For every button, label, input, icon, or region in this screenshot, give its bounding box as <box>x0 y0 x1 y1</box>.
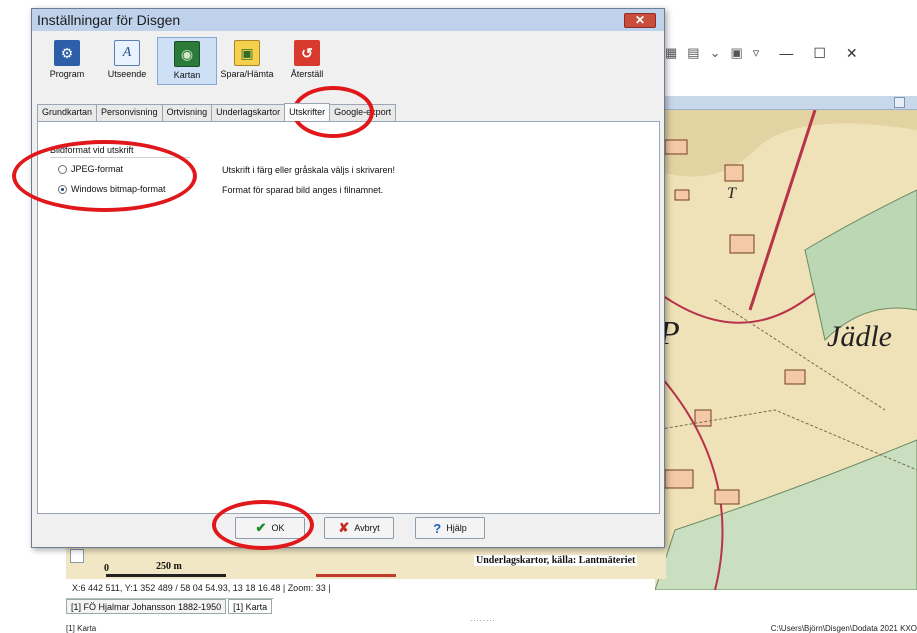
bottom-tab-person[interactable]: [1] FÖ Hjalmar Johansson 1882-1950 <box>66 599 227 614</box>
toolbar-label: Återställ <box>290 69 324 79</box>
radio-bitmap[interactable]: Windows bitmap-format <box>58 184 166 194</box>
map-panel-header <box>655 96 917 110</box>
map-label-t: T <box>727 185 736 202</box>
settings-tabs: Grundkartan Personvisning Ortvisning Und… <box>37 103 397 121</box>
bottom-tab-karta[interactable]: [1] Karta <box>228 599 273 614</box>
help-button[interactable]: ? Hjälp <box>415 517 485 539</box>
checkmark-icon: ✔ <box>255 520 267 535</box>
map-source-label: Underlagskartor, källa: Lantmäteriet <box>474 555 638 566</box>
toolbar-label: Spara/Hämta <box>220 69 274 79</box>
cancel-button[interactable]: ✘ Avbryt <box>324 517 394 539</box>
undo-icon: ↺ <box>294 40 320 66</box>
layout-icon[interactable]: ▤ <box>687 45 699 61</box>
toolbar-utseende[interactable]: A Utseende <box>97 37 157 85</box>
radio-label-bitmap: Windows bitmap-format <box>71 184 166 194</box>
grid-dropdown-icon[interactable]: ▣ <box>731 45 743 61</box>
map-legend-bar: 0 250 m Underlagskartor, källa: Lantmäte… <box>66 545 666 579</box>
maximize-icon[interactable]: ☐ <box>813 45 826 62</box>
toolbar-spara-hamta[interactable]: ▣ Spara/Hämta <box>217 37 277 85</box>
filter-icon[interactable]: ▿ <box>753 45 760 61</box>
tab-underlagskartor[interactable]: Underlagskartor <box>211 104 286 121</box>
status-path-text: C:\Users\Björn\Disgen\Dodata 2021 KXO <box>770 624 917 633</box>
tab-personvisning[interactable]: Personvisning <box>96 104 163 121</box>
chart-dropdown-icon[interactable]: ⌄ <box>710 45 721 61</box>
coordinate-readout: X:6 442 511, Y:1 352 489 / 58 04 54.93, … <box>72 583 331 593</box>
map-icon: ◉ <box>174 41 200 67</box>
splitter-handle[interactable]: ........ <box>470 614 496 623</box>
radio-button-jpeg[interactable] <box>58 164 67 174</box>
ok-label: OK <box>271 523 285 533</box>
toolbar-label: Utseende <box>107 69 147 79</box>
scale-distance-label: 250 m <box>156 561 182 572</box>
settings-dialog: Inställningar för Disgen ✕ ⚙ Program A U… <box>31 8 665 548</box>
radio-label-jpeg: JPEG-format <box>71 164 124 174</box>
map-view[interactable]: Jädle T P <box>655 110 917 590</box>
dialog-button-row: ✔ OK ✘ Avbryt ? Hjälp <box>32 511 664 547</box>
tab-google-export[interactable]: Google-export <box>329 104 397 121</box>
ok-button[interactable]: ✔ OK <box>235 517 305 539</box>
radio-button-bitmap[interactable] <box>58 184 67 194</box>
dialog-title-bar[interactable]: Inställningar för Disgen ✕ <box>32 9 664 31</box>
help-icon: ? <box>433 520 442 536</box>
status-left-text: [1] Karta <box>66 624 97 633</box>
scale-zero-label: 0 <box>104 563 109 574</box>
minimize-icon[interactable]: — <box>779 45 793 61</box>
main-toolbar: ▦ ▤ ⌄ ▣ ▿ — ☐ ✕ <box>665 38 917 68</box>
group-title-bildformat: Bildformat vid utskrift <box>50 145 134 155</box>
toolbar-label: Kartan <box>173 70 201 80</box>
tab-ortvisning[interactable]: Ortvisning <box>161 104 213 121</box>
scale-bar <box>106 574 226 577</box>
help-label: Hjälp <box>446 523 467 533</box>
tab-panel-utskrifter: Bildformat vid utskrift JPEG-format Wind… <box>37 121 660 514</box>
toolbar-aterstall[interactable]: ↺ Återställ <box>277 37 337 85</box>
settings-toolbar: ⚙ Program A Utseende ◉ Kartan ▣ Spara/Hä… <box>37 37 337 85</box>
radio-jpeg[interactable]: JPEG-format <box>58 164 123 174</box>
legend-checkbox[interactable] <box>70 549 84 563</box>
scale-bar-secondary <box>316 574 396 577</box>
group-divider <box>50 157 190 158</box>
font-style-icon: A <box>114 40 140 66</box>
toolbar-kartan[interactable]: ◉ Kartan <box>157 37 217 85</box>
toolbar-program[interactable]: ⚙ Program <box>37 37 97 85</box>
tab-utskrifter[interactable]: Utskrifter <box>284 103 331 121</box>
panel-pin-icon[interactable] <box>894 97 905 108</box>
bottom-tab-bar: [1] FÖ Hjalmar Johansson 1882-1950 [1] K… <box>66 598 275 614</box>
cross-icon: ✘ <box>338 520 350 535</box>
info-text-color: Utskrift i färg eller gråskala väljs i s… <box>222 165 396 175</box>
map-label-jadle: Jädle <box>827 320 892 353</box>
gear-icon: ⚙ <box>54 40 80 66</box>
toolbar-label: Program <box>49 69 85 79</box>
print-preview-icon[interactable]: ▦ <box>665 45 677 61</box>
cancel-label: Avbryt <box>354 523 380 533</box>
tab-grundkartan[interactable]: Grundkartan <box>37 104 98 121</box>
close-window-icon[interactable]: ✕ <box>846 45 858 62</box>
dialog-title: Inställningar för Disgen <box>37 12 181 28</box>
folder-save-icon: ▣ <box>234 40 260 66</box>
dialog-close-button[interactable]: ✕ <box>624 13 656 28</box>
info-text-format: Format för sparad bild anges i filnamnet… <box>222 185 384 195</box>
